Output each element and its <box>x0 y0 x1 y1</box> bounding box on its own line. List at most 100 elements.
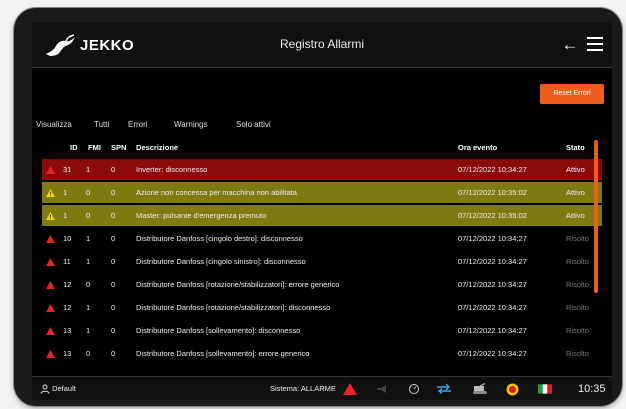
cell-event-time: 07/12/2022 10:34:27 <box>458 165 527 174</box>
cell-spn: 0 <box>111 280 116 289</box>
table-header: ID FMI SPN Descrizione Ora evento Stato <box>32 143 604 157</box>
cell-spn: 0 <box>111 211 116 220</box>
clock: 10:35 <box>578 383 606 395</box>
table-row[interactable]: 1 0 0 Master: pulsante d'emergenza premuto 0… <box>42 205 602 226</box>
emergency-button-icon[interactable] <box>506 377 519 400</box>
filter-label: Visualizza <box>36 120 72 129</box>
filter-warnings[interactable]: Warnings <box>174 120 208 129</box>
cell-description: Inverter: disconnesso <box>136 165 208 174</box>
col-state: Stato <box>566 143 585 152</box>
table-row[interactable]: 13 1 0 Distributore Danfoss [sollevamento]:… <box>42 320 602 341</box>
cell-spn: 0 <box>111 349 116 358</box>
error-triangle-icon <box>46 166 55 174</box>
cell-spn: 0 <box>111 165 116 174</box>
cell-state: Risolto <box>566 326 589 335</box>
page-title: Registro Allarmi <box>279 37 365 51</box>
cell-spn: 0 <box>111 257 116 266</box>
cell-event-time: 07/12/2022 10:35:02 <box>458 188 527 197</box>
cell-description: Azione non concessa per macchina non abi… <box>136 188 297 197</box>
cell-id: 12 <box>63 280 72 289</box>
cell-description: Distributore Danfoss [cingolo sinistro]:… <box>136 257 306 266</box>
table-row[interactable]: 31 1 0 Inverter: disconnesso 07/12/2022 10:3… <box>42 159 602 180</box>
error-triangle-icon <box>46 304 55 312</box>
table-row[interactable]: 1 0 0 Azione non concessa per macchina non … <box>42 182 602 203</box>
error-triangle-icon <box>46 350 55 358</box>
warning-triangle-icon <box>46 189 55 197</box>
col-fmi: FMI <box>88 143 101 152</box>
cell-id: 11 <box>63 257 71 266</box>
cell-description: Distributore Danfoss [cingolo destro]: d… <box>136 234 303 243</box>
table-row[interactable]: 10 1 0 Distributore Danfoss [cingolo destro… <box>42 228 602 249</box>
user-indicator[interactable]: Default <box>40 377 76 400</box>
speedometer-icon[interactable] <box>408 377 420 400</box>
cell-event-time: 07/12/2022 10:34:27 <box>458 257 527 266</box>
cell-fmi: 1 <box>86 234 91 243</box>
cell-state: Risolto <box>566 257 589 266</box>
cell-event-time: 07/12/2022 10:34:27 <box>458 303 527 312</box>
cell-id: 31 <box>63 165 72 174</box>
user-icon <box>40 384 50 394</box>
filter-all[interactable]: Tutti <box>94 120 109 129</box>
cell-fmi: 0 <box>86 349 91 358</box>
table-row[interactable]: 12 1 0 Distributore Danfoss [rotazione/stab… <box>42 297 602 318</box>
tablet-frame: JEKKO Registro Allarmi ← Reset Errori Vi… <box>14 8 622 406</box>
cell-state: Risolto <box>566 234 589 243</box>
cell-fmi: 1 <box>86 165 91 174</box>
cell-id: 1 <box>63 211 68 220</box>
system-status: Sistema: ALLARME <box>270 384 336 393</box>
horn-icon <box>376 377 388 400</box>
cell-event-time: 07/12/2022 10:34:27 <box>458 326 527 335</box>
error-triangle-icon <box>46 281 55 289</box>
cell-id: 1 <box>63 188 68 197</box>
italy-flag-icon[interactable] <box>538 377 552 400</box>
top-bar: JEKKO Registro Allarmi ← <box>32 22 612 68</box>
transfer-arrows-icon[interactable] <box>436 377 452 400</box>
cell-state: Attivo <box>566 165 585 174</box>
alarm-icon[interactable] <box>342 377 358 400</box>
table-row[interactable]: 12 0 0 Distributore Danfoss [rotazione/stab… <box>42 274 602 295</box>
cell-id: 13 <box>63 326 72 335</box>
cell-event-time: 07/12/2022 10:34:27 <box>458 349 527 358</box>
scrollbar[interactable] <box>594 140 598 293</box>
alarm-table: 31 1 0 Inverter: disconnesso 07/12/2022 10:3… <box>42 159 602 361</box>
cell-event-time: 07/12/2022 10:34:27 <box>458 280 527 289</box>
user-name: Default <box>52 384 76 393</box>
cell-spn: 0 <box>111 188 116 197</box>
cell-state: Risolto <box>566 349 589 358</box>
back-arrow-icon[interactable]: ← <box>560 35 580 55</box>
cell-fmi: 1 <box>86 303 91 312</box>
cell-fmi: 1 <box>86 326 91 335</box>
cell-fmi: 0 <box>86 211 91 220</box>
reset-errors-button[interactable]: Reset Errori <box>540 84 604 104</box>
cell-id: 10 <box>63 234 72 243</box>
cell-state: Risolto <box>566 280 589 289</box>
error-triangle-icon <box>46 258 55 266</box>
cell-fmi: 0 <box>86 188 91 197</box>
col-description: Descrizione <box>136 143 179 152</box>
filter-errors[interactable]: Errori <box>128 120 148 129</box>
cell-fmi: 1 <box>86 257 91 266</box>
col-spn: SPN <box>111 143 127 152</box>
cell-state: Attivo <box>566 188 585 197</box>
cell-spn: 0 <box>111 303 116 312</box>
screen: JEKKO Registro Allarmi ← Reset Errori Vi… <box>32 22 612 400</box>
cell-spn: 0 <box>111 326 116 335</box>
cell-fmi: 0 <box>86 280 91 289</box>
table-row[interactable]: 13 0 0 Distributore Danfoss [sollevamento]:… <box>42 343 602 361</box>
filter-active-only[interactable]: Solo attivi <box>236 120 271 129</box>
cell-id: 12 <box>63 303 72 312</box>
table-row[interactable]: 11 1 0 Distributore Danfoss [cingolo sinist… <box>42 251 602 272</box>
cell-description: Master: pulsante d'emergenza premuto <box>136 211 267 220</box>
cell-description: Distributore Danfoss [rotazione/stabiliz… <box>136 303 331 312</box>
cell-description: Distributore Danfoss [sollevamento]: err… <box>136 349 310 358</box>
machine-icon[interactable] <box>472 377 488 400</box>
cell-description: Distributore Danfoss [sollevamento]: dis… <box>136 326 301 335</box>
cell-id: 13 <box>63 349 72 358</box>
col-event-time: Ora evento <box>458 143 498 152</box>
menu-icon[interactable] <box>587 37 603 51</box>
status-bar: Default Sistema: ALLARME 10:35 <box>32 376 612 400</box>
warning-triangle-icon <box>46 212 55 220</box>
error-triangle-icon <box>46 235 55 243</box>
cell-state: Risolto <box>566 303 589 312</box>
cell-description: Distributore Danfoss [rotazione/stabiliz… <box>136 280 340 289</box>
